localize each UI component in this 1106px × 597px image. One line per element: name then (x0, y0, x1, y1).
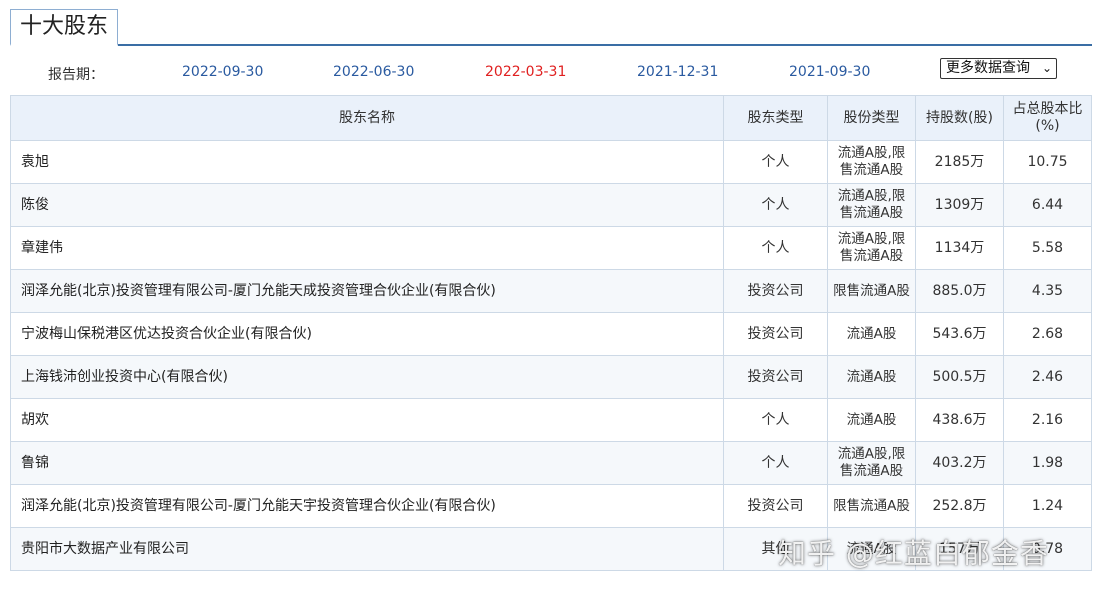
share-type-cell: 流通A股 (827, 398, 916, 442)
table-row: 润泽允能(北京)投资管理有限公司-厦门允能天成投资管理合伙企业(有限合伙) 投资公… (10, 269, 1092, 313)
shareholder-name-cell[interactable]: 胡欢 (10, 398, 724, 442)
table-row: 胡欢 个人 流通A股 438.6万 2.16 (10, 398, 1092, 442)
column-header-holder-type: 股东类型 (723, 95, 828, 141)
tab-top-ten-shareholders[interactable]: 十大股东 (10, 9, 119, 46)
share-type-line1: 流通A股 (846, 411, 897, 428)
shareholder-name-cell[interactable]: 上海钱沛创业投资中心(有限合伙) (10, 355, 724, 399)
period-date-link[interactable]: 2022-09-30 (182, 64, 263, 80)
share-ratio-cell: 4.35 (1003, 269, 1092, 313)
zhihu-watermark: 知乎 @红蓝白郁金香 (778, 537, 1049, 570)
shareholder-name-cell[interactable]: 贵阳市大数据产业有限公司 (10, 527, 724, 571)
period-date-link[interactable]: 2021-09-30 (789, 64, 870, 80)
share-type-cell: 流通A股 (827, 312, 916, 356)
shares-held-cell: 403.2万 (915, 441, 1004, 485)
column-header-share-type: 股份类型 (827, 95, 916, 141)
shares-held-cell: 500.5万 (915, 355, 1004, 399)
table-row: 润泽允能(北京)投资管理有限公司-厦门允能天宇投资管理合伙企业(有限合伙) 投资公… (10, 484, 1092, 528)
table-row: 宁波梅山保税港区优达投资合伙企业(有限合伙) 投资公司 流通A股 543.6万 2.68 (10, 312, 1092, 356)
shares-held-cell: 543.6万 (915, 312, 1004, 356)
holder-type-cell: 投资公司 (723, 484, 828, 528)
shareholder-name-cell[interactable]: 润泽允能(北京)投资管理有限公司-厦门允能天宇投资管理合伙企业(有限合伙) (10, 484, 724, 528)
share-type-line1: 流通A股,限 (837, 231, 906, 247)
holder-type-cell: 个人 (723, 441, 828, 485)
shareholder-name-cell[interactable]: 袁旭 (10, 140, 724, 184)
table-row: 鲁锦 个人 流通A股,限 售流通A股 403.2万 1.98 (10, 441, 1092, 485)
holder-type-cell: 个人 (723, 183, 828, 227)
column-header-ratio-line1: 占总股本比 (1012, 101, 1083, 117)
shareholder-name-cell[interactable]: 宁波梅山保税港区优达投资合伙企业(有限合伙) (10, 312, 724, 356)
share-ratio-cell: 1.98 (1003, 441, 1092, 485)
shares-held-cell: 1134万 (915, 226, 1004, 270)
share-type-line1: 流通A股 (846, 325, 897, 342)
share-ratio-cell: 2.16 (1003, 398, 1092, 442)
column-header-ratio: 占总股本比 (%) (1003, 95, 1092, 141)
shareholder-name-cell[interactable]: 陈俊 (10, 183, 724, 227)
shares-held-cell: 2185万 (915, 140, 1004, 184)
more-data-query-select[interactable]: 更多数据查询 ⌄ (940, 58, 1057, 79)
table-row: 陈俊 个人 流通A股,限 售流通A股 1309万 6.44 (10, 183, 1092, 227)
column-header-name: 股东名称 (10, 95, 724, 141)
more-data-query-label: 更多数据查询 (946, 60, 1030, 76)
share-type-line2: 售流通A股 (839, 205, 904, 221)
share-ratio-cell: 1.24 (1003, 484, 1092, 528)
share-type-line1: 流通A股,限 (837, 188, 906, 204)
shareholder-name-cell[interactable]: 鲁锦 (10, 441, 724, 485)
share-type-cell: 流通A股,限 售流通A股 (827, 226, 916, 270)
shareholder-name-cell[interactable]: 润泽允能(北京)投资管理有限公司-厦门允能天成投资管理合伙企业(有限合伙) (10, 269, 724, 313)
shareholder-name-cell[interactable]: 章建伟 (10, 226, 724, 270)
share-type-cell: 流通A股,限 售流通A股 (827, 140, 916, 184)
share-type-line1: 流通A股,限 (837, 145, 906, 161)
holder-type-cell: 投资公司 (723, 312, 828, 356)
shares-held-cell: 252.8万 (915, 484, 1004, 528)
table-header-row: 股东名称 股东类型 股份类型 持股数(股) 占总股本比 (%) (10, 95, 1092, 141)
shares-held-cell: 438.6万 (915, 398, 1004, 442)
share-type-line1: 流通A股,限 (837, 446, 906, 462)
holder-type-cell: 投资公司 (723, 269, 828, 313)
share-ratio-cell: 10.75 (1003, 140, 1092, 184)
holder-type-cell: 投资公司 (723, 355, 828, 399)
period-date-link[interactable]: 2022-06-30 (333, 64, 414, 80)
share-type-cell: 流通A股,限 售流通A股 (827, 441, 916, 485)
table-row: 袁旭 个人 流通A股,限 售流通A股 2185万 10.75 (10, 140, 1092, 184)
share-type-cell: 限售流通A股 (827, 269, 916, 313)
share-type-line1: 限售流通A股 (833, 497, 910, 514)
share-type-line1: 流通A股 (846, 368, 897, 385)
column-header-shares: 持股数(股) (915, 95, 1004, 141)
share-type-line2: 售流通A股 (839, 463, 904, 479)
table-row: 上海钱沛创业投资中心(有限合伙) 投资公司 流通A股 500.5万 2.46 (10, 355, 1092, 399)
share-ratio-cell: 6.44 (1003, 183, 1092, 227)
holder-type-cell: 个人 (723, 398, 828, 442)
share-type-cell: 流通A股,限 售流通A股 (827, 183, 916, 227)
shareholders-table: 股东名称 股东类型 股份类型 持股数(股) 占总股本比 (%) 袁旭 个人 流通A股… (10, 95, 1092, 571)
column-header-ratio-line2: (%) (1035, 118, 1060, 134)
report-period-row: 报告期： 2022-09-30 2022-06-30 2022-03-31 20… (10, 56, 1092, 90)
share-type-line2: 售流通A股 (839, 162, 904, 178)
share-type-cell: 限售流通A股 (827, 484, 916, 528)
section-tab-bar: 十大股东 (10, 6, 1092, 46)
share-ratio-cell: 5.58 (1003, 226, 1092, 270)
holder-type-cell: 个人 (723, 226, 828, 270)
share-type-line2: 售流通A股 (839, 248, 904, 264)
report-period-label: 报告期： (48, 67, 104, 83)
period-date-link-active[interactable]: 2022-03-31 (485, 64, 566, 80)
share-ratio-cell: 2.46 (1003, 355, 1092, 399)
period-date-link[interactable]: 2021-12-31 (637, 64, 718, 80)
chevron-down-icon: ⌄ (1041, 61, 1052, 75)
holder-type-cell: 个人 (723, 140, 828, 184)
share-type-cell: 流通A股 (827, 355, 916, 399)
share-ratio-cell: 2.68 (1003, 312, 1092, 356)
shares-held-cell: 1309万 (915, 183, 1004, 227)
table-row: 章建伟 个人 流通A股,限 售流通A股 1134万 5.58 (10, 226, 1092, 270)
share-type-line1: 限售流通A股 (833, 282, 910, 299)
shares-held-cell: 885.0万 (915, 269, 1004, 313)
